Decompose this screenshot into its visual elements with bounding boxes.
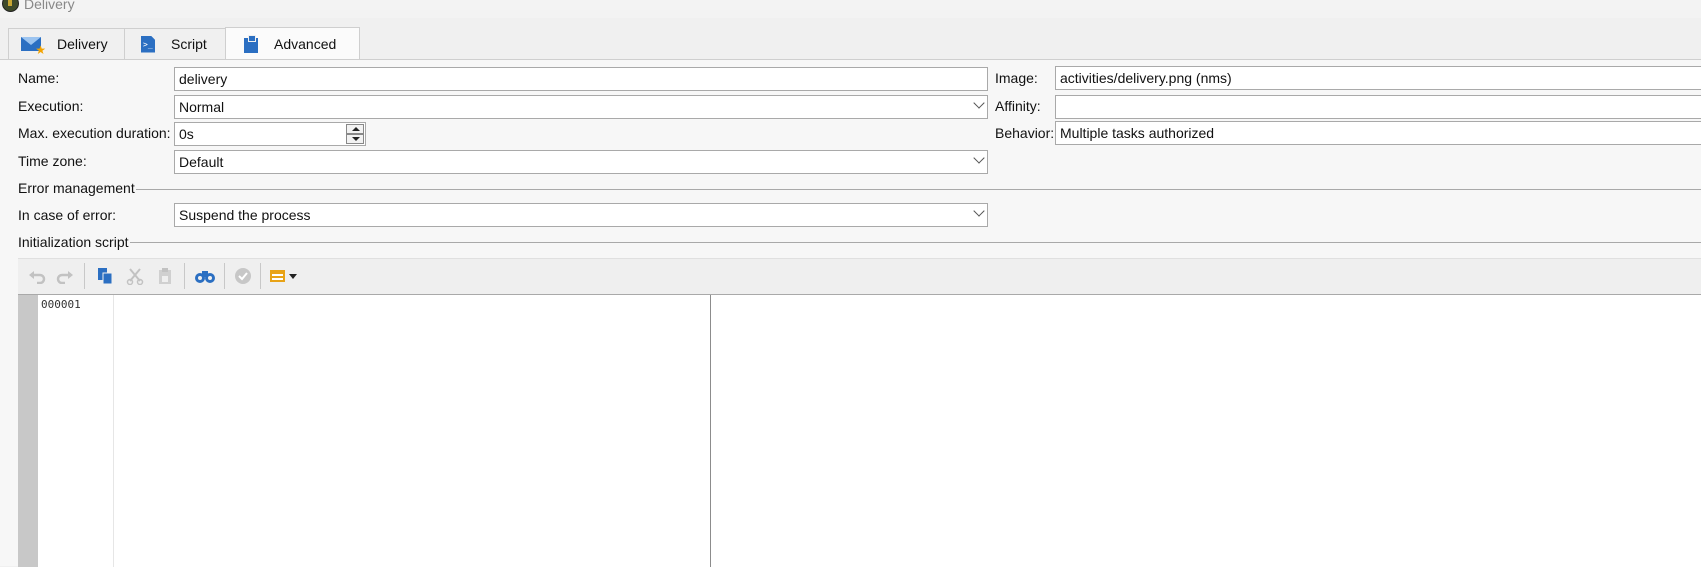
decrement-button[interactable]: [346, 134, 364, 144]
insert-menu-icon[interactable]: [268, 265, 300, 287]
script-icon: [141, 35, 155, 53]
title-bar: Delivery: [0, 0, 1701, 18]
line-number: 000001: [41, 298, 81, 311]
name-value: delivery: [179, 71, 228, 87]
max-duration-value: 0s: [179, 126, 194, 142]
error-management-heading: Error management: [18, 180, 135, 196]
section-divider: [136, 189, 1701, 190]
tab-delivery-label: Delivery: [57, 36, 108, 52]
toolbar-separator: [260, 263, 261, 289]
image-label: Image:: [995, 70, 1038, 86]
timezone-select[interactable]: Default: [174, 150, 988, 174]
name-input[interactable]: delivery: [174, 67, 988, 91]
redo-icon[interactable]: [54, 265, 76, 287]
clipboard-icon: [244, 34, 258, 53]
init-script-heading: Initialization script: [18, 234, 129, 250]
tab-script-label: Script: [171, 36, 207, 52]
undo-icon[interactable]: [26, 265, 48, 287]
increment-button[interactable]: [346, 124, 364, 134]
tab-bar: ★ Delivery Script Advanced: [0, 25, 1701, 60]
in-case-of-error-select[interactable]: Suspend the process: [174, 203, 988, 227]
behavior-label: Behavior:: [995, 125, 1055, 141]
spinner: [346, 124, 364, 144]
affinity-label: Affinity:: [995, 98, 1041, 114]
window-title: Delivery: [24, 0, 75, 12]
line-numbers: 000001: [38, 295, 114, 567]
chevron-down-icon: [973, 152, 985, 164]
in-case-of-error-label: In case of error:: [18, 207, 117, 223]
toolbar-separator: [224, 263, 225, 289]
chevron-down-icon: [973, 205, 985, 217]
behavior-value: Multiple tasks authorized: [1060, 125, 1215, 141]
image-input[interactable]: activities/delivery.png (nms): [1055, 66, 1701, 90]
in-case-of-error-value: Suspend the process: [179, 207, 311, 223]
editor-gutter: [18, 295, 38, 567]
section-divider: [130, 242, 1701, 243]
envelope-star-icon: ★: [21, 37, 46, 56]
script-editor[interactable]: 000001: [18, 294, 1701, 567]
toolbar-separator: [184, 263, 185, 289]
timezone-label: Time zone:: [18, 153, 87, 169]
editor-splitter[interactable]: [710, 295, 711, 567]
validate-icon[interactable]: [232, 265, 254, 287]
execution-value: Normal: [179, 99, 225, 115]
paste-icon[interactable]: [154, 265, 176, 287]
tab-script[interactable]: Script: [124, 28, 226, 59]
name-label: Name:: [18, 70, 60, 86]
execution-select[interactable]: Normal: [174, 95, 988, 119]
execution-label: Execution:: [18, 98, 84, 114]
behavior-input[interactable]: Multiple tasks authorized: [1055, 121, 1701, 145]
tab-advanced-label: Advanced: [274, 35, 337, 52]
cut-icon[interactable]: [124, 265, 146, 287]
max-duration-stepper[interactable]: 0s: [174, 122, 366, 146]
timezone-value: Default: [179, 154, 224, 170]
toolbar-separator: [84, 263, 85, 289]
chevron-down-icon: [973, 97, 985, 109]
tab-delivery[interactable]: ★ Delivery: [8, 28, 125, 59]
image-value: activities/delivery.png (nms): [1060, 70, 1232, 86]
find-icon[interactable]: [194, 265, 216, 287]
app-icon: [2, 0, 19, 12]
affinity-input[interactable]: [1055, 95, 1701, 119]
tab-advanced[interactable]: Advanced: [225, 27, 360, 59]
script-toolbar: [18, 258, 1701, 295]
copy-icon[interactable]: [94, 265, 116, 287]
max-duration-label: Max. execution duration:: [18, 125, 171, 141]
